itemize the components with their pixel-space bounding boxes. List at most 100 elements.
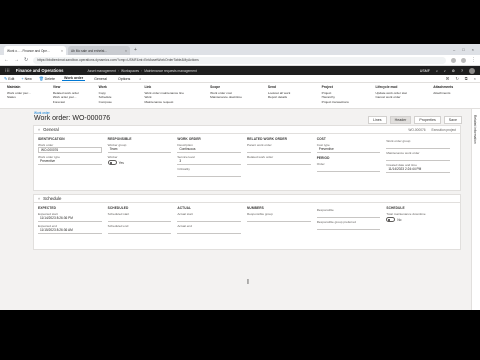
app-launcher-icon[interactable]: ⁝⁝⁝: [5, 68, 10, 74]
breadcrumb-item[interactable]: Workspaces: [121, 69, 139, 73]
breadcrumb-item[interactable]: Asset management: [87, 69, 115, 73]
general-header[interactable]: ˄ General WO-000076 Execution project: [34, 126, 460, 134]
delete-label: Delete: [44, 76, 56, 81]
responsible-field[interactable]: [316, 212, 381, 218]
scheduled-group: SCHEDULED Scheduled start Scheduled end: [107, 206, 178, 234]
forward-icon[interactable]: →: [14, 57, 19, 63]
related-work-order-field[interactable]: [247, 159, 311, 165]
actual-start-field[interactable]: [177, 216, 242, 222]
expected-start-field[interactable]: 11/14/2023 8:26:36 PM: [38, 216, 102, 222]
work-order-group-field[interactable]: [386, 143, 451, 149]
refresh-icon[interactable]: ↻: [455, 76, 458, 81]
action-pane-right: ⌘ ↻ ⧉ ×: [445, 76, 476, 81]
edit-button[interactable]: ✎ Edit: [4, 76, 14, 82]
tab-lines[interactable]: Lines: [368, 116, 387, 124]
service-level-field[interactable]: 3: [177, 159, 242, 165]
ribbon-item[interactable]: Cancel work order: [375, 95, 427, 99]
group-title: PERIOD: [316, 156, 330, 160]
popout-icon[interactable]: ⧉: [465, 76, 468, 81]
group-title: RESPONSIBLE: [107, 137, 132, 141]
new-button[interactable]: + New: [21, 77, 31, 81]
maximize-icon[interactable]: □: [462, 44, 464, 55]
breadcrumb-item[interactable]: Maintenance requests management: [144, 69, 197, 73]
close-icon[interactable]: ×: [125, 49, 127, 53]
description-field[interactable]: Continuous: [177, 147, 242, 153]
work-order-field[interactable]: WO-000076: [38, 147, 102, 153]
ribbon-item[interactable]: Attachments: [433, 91, 473, 95]
close-icon[interactable]: ×: [474, 76, 476, 81]
work-order-type-field[interactable]: Preventive: [38, 159, 102, 165]
delete-icon: 🗑: [38, 77, 44, 81]
new-tab-button[interactable]: +: [134, 46, 137, 55]
window-controls: – □ ×: [453, 44, 480, 55]
expected-end-field[interactable]: 11/15/2023 8:26:36 AM: [38, 228, 102, 234]
actual-end-field[interactable]: [177, 228, 242, 234]
responsible-preferred-field[interactable]: [316, 224, 381, 230]
ribbon-item[interactable]: Compose: [99, 100, 139, 104]
ribbon-group-title: Scope: [210, 85, 221, 89]
worker-toggle[interactable]: [107, 160, 117, 165]
tab-general[interactable]: General: [92, 77, 109, 81]
order-field[interactable]: [316, 166, 381, 172]
ribbon-item[interactable]: Maintenance request: [144, 100, 204, 104]
ribbon-group-title: Project: [321, 85, 333, 89]
ribbon: Maintain Work order jour... Status View …: [0, 83, 480, 109]
ribbon-item[interactable]: Report details: [268, 95, 316, 99]
tab-properties[interactable]: Properties: [414, 116, 441, 124]
related-information-pane[interactable]: Related information: [471, 109, 480, 310]
back-icon[interactable]: ←: [4, 57, 9, 63]
schedule-header[interactable]: ˄ Schedule: [34, 195, 460, 203]
summary-value: Execution project: [431, 127, 456, 132]
profile-icon[interactable]: [461, 57, 466, 63]
close-icon[interactable]: ×: [61, 49, 63, 53]
ribbon-item[interactable]: Project transactions: [322, 100, 370, 104]
responsible-group-field[interactable]: [247, 216, 311, 222]
tab-work-order[interactable]: Work order: [62, 76, 86, 81]
downtime-toggle[interactable]: [386, 217, 396, 222]
scheduled-end-field[interactable]: [107, 228, 172, 234]
delete-button[interactable]: 🗑 Delete: [38, 76, 56, 82]
avatar[interactable]: [469, 67, 475, 74]
chevron-up-icon: ˄: [38, 196, 41, 201]
minimize-icon[interactable]: –: [453, 44, 455, 55]
tab-save[interactable]: Save: [443, 116, 462, 124]
fasttab-title: General: [43, 127, 59, 132]
maintenance-work-order-field[interactable]: [386, 155, 451, 161]
breadcrumb-separator: ›: [141, 68, 143, 73]
company-picker[interactable]: USMF: [420, 69, 430, 73]
extension-icon[interactable]: [451, 57, 456, 63]
close-window-icon[interactable]: ×: [472, 44, 474, 55]
cost-group: COST Cost type Preventive PERIOD Order: [316, 137, 387, 177]
ribbon-group-maintain: Maintain Work order jour... Status: [4, 85, 50, 106]
bell-icon[interactable]: ♪: [444, 69, 446, 73]
group-title: NUMBERS: [247, 206, 264, 210]
scheduled-start-field[interactable]: [107, 216, 172, 222]
toggle-row: No: [386, 217, 450, 222]
ribbon-item[interactable]: Maintenance downtime: [210, 95, 262, 99]
url-field[interactable]: https://bbdbredmat.sandbox.operations.dy…: [33, 56, 446, 64]
browser-tab-0[interactable]: Work o... - Finance and Ope... ×: [4, 46, 66, 55]
ribbon-item[interactable]: Forecast: [53, 100, 93, 104]
ribbon-group-work: Work Copy Schedule Compose: [96, 85, 142, 106]
created-datetime-field[interactable]: 11/14/2023 2:24:44 PM: [386, 167, 451, 173]
tab-options[interactable]: Options: [116, 77, 132, 81]
browser-menu-icon[interactable]: ⋮: [471, 57, 476, 63]
search-icon[interactable]: ⌕: [139, 77, 141, 81]
refresh-icon[interactable]: ↻: [24, 57, 28, 63]
cost-type-field[interactable]: Preventive: [316, 147, 381, 153]
gear-icon[interactable]: ⚙: [452, 69, 455, 73]
schedule-fasttab: ˄ Schedule EXPECTED Expected start 11/14…: [33, 194, 461, 250]
criticality-field[interactable]: [177, 171, 242, 177]
help-icon[interactable]: ?: [461, 69, 463, 73]
general-fasttab: ˄ General WO-000076 Execution project ID…: [33, 125, 461, 191]
worker-group-field[interactable]: Team: [107, 147, 172, 153]
attach-icon[interactable]: ⌘: [445, 76, 449, 81]
tab-header[interactable]: Header: [389, 116, 412, 124]
parent-work-order-field[interactable]: [247, 147, 311, 153]
search-icon[interactable]: ⌕: [436, 69, 438, 73]
ribbon-item[interactable]: Status: [7, 95, 47, 99]
breadcrumb: Asset management › Workspaces › Maintena…: [87, 69, 196, 73]
browser-tab-1[interactable]: Ab Mo sale und enhelst... ×: [68, 46, 130, 55]
toggle-text: Yes: [118, 160, 124, 165]
chevron-up-icon: ˄: [38, 127, 41, 132]
